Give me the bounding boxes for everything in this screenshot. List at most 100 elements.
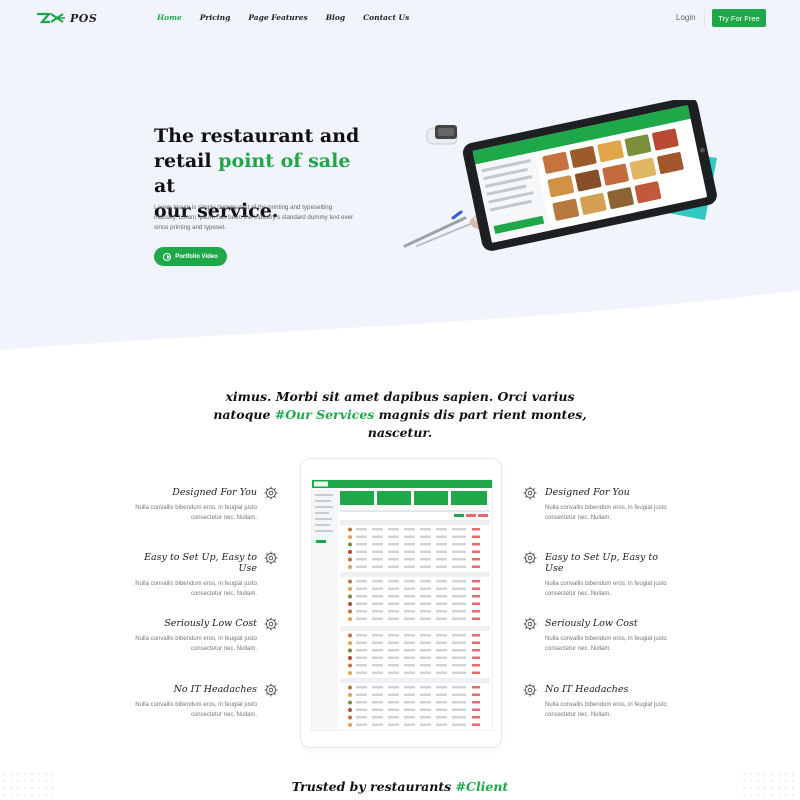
row-action-button[interactable] xyxy=(472,723,480,727)
row-action-button[interactable] xyxy=(472,543,480,546)
table-cell xyxy=(452,565,466,568)
table-cell xyxy=(356,602,367,605)
table-cell xyxy=(356,693,367,696)
table-cell xyxy=(356,535,367,538)
row-thumbnail xyxy=(348,633,352,638)
decor-dot xyxy=(764,787,766,789)
row-action-button[interactable] xyxy=(472,565,480,569)
row-action-button[interactable] xyxy=(472,716,480,719)
table-cell xyxy=(420,595,431,598)
table-cell xyxy=(404,543,415,546)
decor-dot xyxy=(24,787,26,789)
row-action-button[interactable] xyxy=(472,671,480,675)
row-thumbnail xyxy=(348,594,352,599)
table-cell xyxy=(420,671,431,674)
feature-description: Nulla convallis bibendum eros, in feugia… xyxy=(545,505,667,521)
portfolio-video-label: Portfolio Video xyxy=(175,253,218,260)
row-action-button[interactable] xyxy=(472,595,480,598)
decor-dot xyxy=(743,787,745,789)
try-for-free-button[interactable]: Try For Free xyxy=(712,9,766,27)
row-action-button[interactable] xyxy=(472,587,480,591)
table-header xyxy=(340,520,490,525)
row-action-button[interactable] xyxy=(472,641,480,645)
table-cell xyxy=(436,701,447,704)
row-action-button[interactable] xyxy=(472,535,480,539)
nav-blog[interactable]: Blog xyxy=(326,13,345,22)
table-cell xyxy=(388,595,399,598)
row-action-button[interactable] xyxy=(472,580,480,583)
feature-left-1: Designed For You Nulla convallis bibendu… xyxy=(127,487,257,523)
table-cell xyxy=(436,664,447,667)
table-cell xyxy=(452,671,466,674)
row-action-button[interactable] xyxy=(472,558,480,561)
login-link[interactable]: Login xyxy=(676,13,696,22)
row-action-button[interactable] xyxy=(472,693,480,697)
table-cell xyxy=(436,716,447,719)
table-cell xyxy=(356,587,367,590)
play-icon xyxy=(163,252,172,261)
row-action-button[interactable] xyxy=(472,649,480,652)
table-cell xyxy=(356,565,367,568)
row-action-button[interactable] xyxy=(472,610,480,613)
decor-dot xyxy=(764,780,766,782)
row-action-button[interactable] xyxy=(472,656,480,660)
table-cell xyxy=(372,693,383,696)
decor-dot xyxy=(10,794,12,796)
table-cell xyxy=(420,565,431,568)
table-cell xyxy=(436,693,447,696)
row-action-button[interactable] xyxy=(472,664,480,667)
row-action-button[interactable] xyxy=(472,634,480,637)
table-cell xyxy=(356,664,367,667)
table-cell xyxy=(356,634,367,637)
clients-heading: Trusted by restaurants #Client xyxy=(200,779,600,794)
decor-dot xyxy=(45,773,47,775)
table-cell xyxy=(404,656,415,659)
table-cell xyxy=(404,708,415,711)
table-cell xyxy=(452,550,466,553)
table-cell xyxy=(404,587,415,590)
table-cell xyxy=(388,617,399,620)
table-cell xyxy=(388,558,399,561)
table-cell xyxy=(436,649,447,652)
row-thumbnail xyxy=(348,656,352,660)
row-action-button[interactable] xyxy=(472,617,480,621)
nav-home[interactable]: Home xyxy=(157,13,182,22)
table-cell xyxy=(372,535,383,538)
feature-left-2: Easy to Set Up, Easy to Use Nulla conval… xyxy=(127,552,257,599)
table-cell xyxy=(436,595,447,598)
row-action-button[interactable] xyxy=(472,701,480,704)
row-thumbnail xyxy=(348,617,352,621)
table-cell xyxy=(388,693,399,696)
table-cell xyxy=(356,617,367,620)
row-thumbnail xyxy=(348,671,352,675)
portfolio-video-button[interactable]: Portfolio Video xyxy=(154,247,227,266)
table-cell xyxy=(356,543,367,546)
table-cell xyxy=(372,708,383,711)
table-cell xyxy=(452,723,466,726)
decor-dot xyxy=(10,787,12,789)
gear-icon xyxy=(264,617,278,631)
feature-title: Easy to Set Up, Easy to Use xyxy=(144,552,257,574)
logo[interactable]: POS xyxy=(36,10,97,26)
nav-contact-us[interactable]: Contact Us xyxy=(363,13,409,22)
row-action-button[interactable] xyxy=(472,686,480,689)
table-cell xyxy=(436,686,447,689)
feature-right-1: Designed For You Nulla convallis bibendu… xyxy=(545,487,675,523)
nav-pricing[interactable]: Pricing xyxy=(200,13,231,22)
row-action-button[interactable] xyxy=(472,602,480,606)
row-action-button[interactable] xyxy=(472,708,480,712)
table-cell xyxy=(388,656,399,659)
table-cell xyxy=(452,617,466,620)
table-cell xyxy=(404,550,415,553)
table-cell xyxy=(420,535,431,538)
table-cell xyxy=(420,617,431,620)
decor-dot xyxy=(778,787,780,789)
dashboard-table xyxy=(340,510,490,727)
nav-page-features[interactable]: Page Features xyxy=(248,13,307,22)
decor-dot xyxy=(750,787,752,789)
row-action-button[interactable] xyxy=(472,528,480,531)
row-action-button[interactable] xyxy=(472,550,480,554)
row-thumbnail xyxy=(348,723,352,727)
decor-dot xyxy=(52,780,54,782)
dashboard-illustration xyxy=(312,480,492,730)
